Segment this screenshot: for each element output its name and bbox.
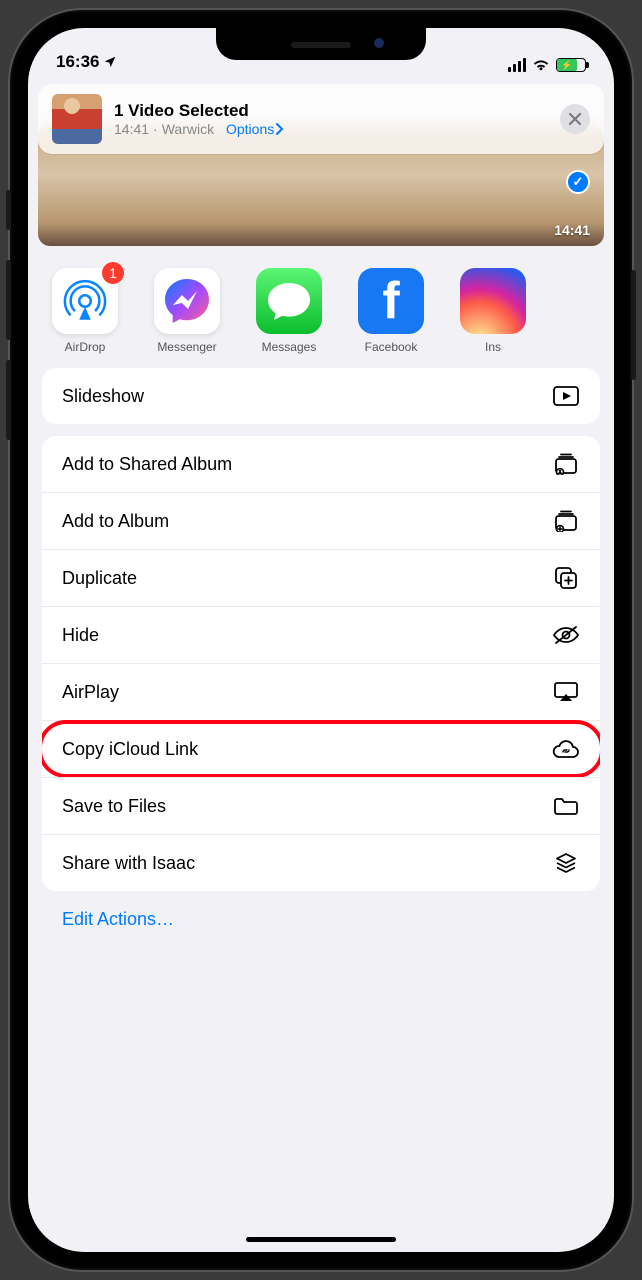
- share-target-airdrop[interactable]: 1 AirDrop: [48, 268, 122, 354]
- close-icon: [568, 112, 582, 126]
- airdrop-icon: 1: [52, 268, 118, 334]
- home-indicator[interactable]: [246, 1237, 396, 1242]
- location-arrow-icon: [103, 55, 117, 69]
- close-button[interactable]: [560, 104, 590, 134]
- action-slideshow[interactable]: Slideshow: [42, 368, 600, 424]
- instagram-icon: [460, 268, 526, 334]
- action-add-album[interactable]: Add to Album: [42, 492, 600, 549]
- share-target-facebook[interactable]: f Facebook: [354, 268, 428, 354]
- share-target-messages[interactable]: Messages: [252, 268, 326, 354]
- action-group-2: Add to Shared Album Add to Album Duplica…: [42, 436, 600, 891]
- selection-title: 1 Video Selected: [114, 101, 548, 121]
- chevron-right-icon: [276, 123, 284, 135]
- add-album-icon: [552, 510, 580, 532]
- status-left: 16:36: [56, 52, 117, 72]
- cloud-link-icon: [552, 738, 580, 760]
- edit-actions-button[interactable]: Edit Actions…: [42, 891, 600, 944]
- messages-icon: [256, 268, 322, 334]
- charging-bolt-icon: ⚡: [561, 61, 572, 70]
- screen: 16:36 ⚡ 1 Video Selected 14:41: [28, 28, 614, 1252]
- shared-album-icon: [552, 453, 580, 475]
- airdrop-badge: 1: [102, 262, 124, 284]
- stack-icon: [552, 852, 580, 874]
- share-label: Messenger: [157, 340, 216, 354]
- battery-icon: ⚡: [556, 58, 586, 72]
- share-target-instagram[interactable]: Ins: [456, 268, 530, 354]
- mute-switch: [6, 190, 11, 230]
- action-share-with-contact[interactable]: Share with Isaac: [42, 834, 600, 891]
- action-save-to-files[interactable]: Save to Files: [42, 777, 600, 834]
- selection-location: Warwick: [162, 121, 214, 137]
- share-label: Facebook: [365, 340, 418, 354]
- volume-up-button: [6, 260, 11, 340]
- action-duplicate[interactable]: Duplicate: [42, 549, 600, 606]
- selection-time: 14:41: [114, 121, 149, 137]
- options-button[interactable]: Options: [226, 121, 284, 137]
- selection-checkmark-icon[interactable]: ✓: [566, 170, 590, 194]
- facebook-icon: f: [358, 268, 424, 334]
- share-sheet: 1 Video Selected 14:41 · Warwick Options: [28, 76, 614, 1252]
- status-time: 16:36: [56, 52, 99, 72]
- share-label: Ins: [485, 340, 501, 354]
- play-rect-icon: [552, 385, 580, 407]
- phone-frame: 16:36 ⚡ 1 Video Selected 14:41: [10, 10, 632, 1270]
- selection-text: 1 Video Selected 14:41 · Warwick Options: [114, 101, 548, 137]
- action-hide[interactable]: Hide: [42, 606, 600, 663]
- video-duration: 14:41: [554, 222, 590, 238]
- airplay-icon: [552, 681, 580, 703]
- action-group-1: Slideshow: [42, 368, 600, 424]
- status-right: ⚡: [508, 58, 587, 72]
- share-label: AirDrop: [65, 340, 106, 354]
- action-airplay[interactable]: AirPlay: [42, 663, 600, 720]
- action-add-shared-album[interactable]: Add to Shared Album: [42, 436, 600, 492]
- share-targets-row[interactable]: 1 AirDrop Messenger Messages: [28, 246, 614, 368]
- duplicate-icon: [552, 567, 580, 589]
- volume-down-button: [6, 360, 11, 440]
- share-label: Messages: [262, 340, 317, 354]
- power-button: [631, 270, 636, 380]
- selection-subtitle: 14:41 · Warwick Options: [114, 121, 548, 137]
- messenger-icon: [154, 268, 220, 334]
- cellular-signal-icon: [508, 58, 527, 72]
- selection-header: 1 Video Selected 14:41 · Warwick Options: [38, 84, 604, 154]
- share-target-messenger[interactable]: Messenger: [150, 268, 224, 354]
- folder-icon: [552, 795, 580, 817]
- eye-slash-icon: [552, 624, 580, 646]
- selection-thumbnail: [52, 94, 102, 144]
- wifi-icon: [532, 58, 550, 72]
- action-copy-icloud-link[interactable]: Copy iCloud Link: [42, 720, 600, 777]
- notch: [216, 28, 426, 60]
